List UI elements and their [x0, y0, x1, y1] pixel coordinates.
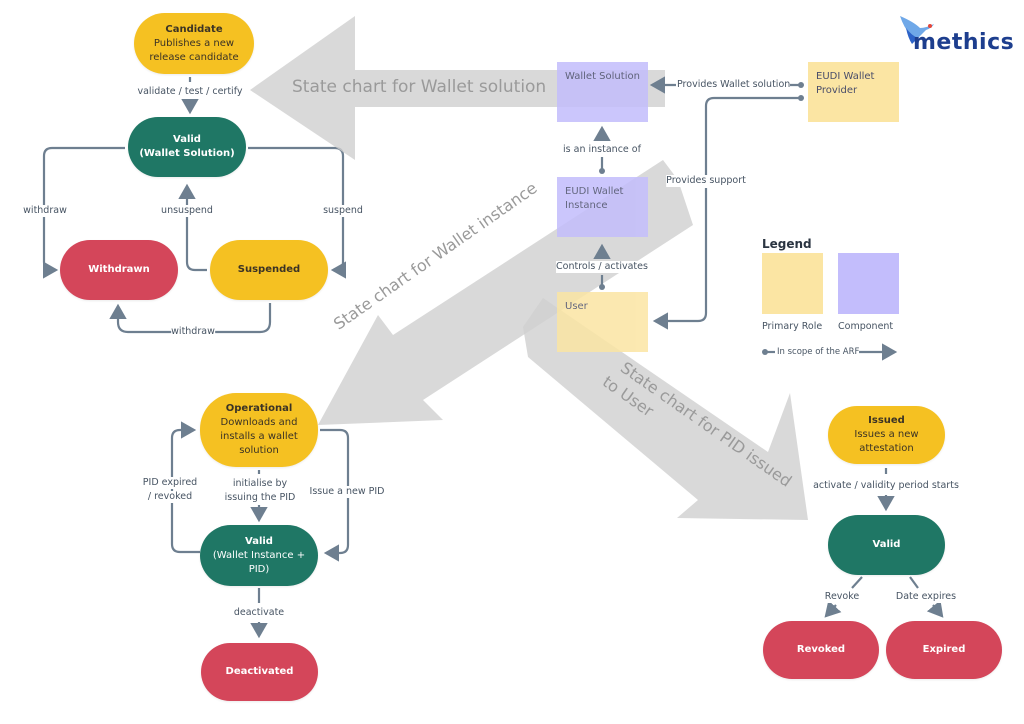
connector-dot	[599, 168, 605, 174]
transition-suspend: suspend	[323, 205, 363, 217]
legend-label-component: Component	[838, 321, 894, 333]
state-title: Withdrawn	[88, 264, 150, 275]
state-title: Issued	[868, 415, 905, 426]
transition-withdraw: withdraw	[23, 205, 67, 217]
state-title: Valid	[173, 134, 201, 145]
connector-suspended-valid	[178, 183, 207, 272]
box-label: Wallet Solution	[565, 71, 640, 82]
transition-withdraw-bottom: withdraw	[171, 326, 215, 338]
legend-swatch-primary-role	[762, 253, 823, 314]
transition-deactivate: deactivate	[233, 607, 285, 619]
state-issued: Issued Issues a new attestation	[828, 406, 945, 464]
component-wallet-instance: EUDI Wallet Instance	[557, 177, 648, 237]
state-title: Operational	[225, 403, 293, 414]
state-title: Deactivated	[225, 666, 294, 677]
state-valid-wallet-instance: Valid (Wallet Instance + PID)	[200, 525, 318, 586]
state-subtitle: PID)	[248, 563, 270, 575]
box-label: Instance	[565, 200, 608, 211]
transition-initialise-line2: issuing the PID	[224, 492, 296, 504]
state-deactivated: Deactivated	[201, 643, 318, 701]
state-desc: Downloads and	[220, 417, 298, 428]
big-arrow-label-wallet-solution: State chart for Wallet solution	[292, 77, 547, 97]
relation-provides-support: Provides support	[666, 175, 746, 187]
box-label: EUDI Wallet	[565, 186, 624, 197]
state-expired: Expired	[886, 621, 1002, 679]
connector-valid-expired	[926, 600, 944, 618]
state-desc: Issues a new	[854, 429, 919, 440]
transition-date-expires: Date expires	[895, 591, 957, 603]
state-desc: installs a wallet	[220, 431, 298, 442]
transition-pid-expired: PID expired	[142, 477, 198, 489]
relation-provides-solution: Provides Wallet solution	[677, 79, 791, 91]
state-valid-pid: Valid	[828, 515, 945, 575]
state-candidate: Candidate Publishes a new release candid…	[134, 13, 254, 74]
state-withdrawn: Withdrawn	[60, 240, 178, 300]
state-title: Expired	[922, 644, 966, 655]
state-title: Revoked	[796, 644, 846, 655]
connector-support-upper	[704, 96, 800, 175]
legend-title: Legend	[762, 237, 812, 251]
legend-scope-dot	[762, 349, 768, 355]
box-label: EUDI Wallet	[816, 71, 875, 82]
legend-label-scope: In scope of the ARF	[777, 346, 860, 358]
transition-revoke: Revoke	[824, 591, 860, 603]
transition-issue-new-pid: Issue a new PID	[309, 486, 385, 498]
transition-initialise: initialise by	[232, 478, 288, 490]
state-title: Suspended	[237, 264, 301, 275]
transition-unsuspend: unsuspend	[161, 205, 213, 217]
transition-pid-expired-line2: / revoked	[147, 491, 193, 503]
box-label: User	[565, 301, 588, 312]
diagram-canvas: State chart for Wallet solution State ch…	[0, 0, 1024, 724]
connector-dot	[798, 82, 804, 88]
state-desc: attestation	[859, 443, 914, 454]
state-revoked: Revoked	[763, 621, 879, 679]
legend-label-primary-role: Primary Role	[762, 321, 823, 333]
transition-activate: activate / validity period starts	[813, 480, 959, 492]
state-title: Valid	[872, 539, 901, 550]
connector-valid-expire-top	[909, 576, 919, 589]
connector-dot	[599, 284, 605, 290]
role-user: User	[557, 292, 648, 352]
legend-swatch-component	[838, 253, 899, 314]
transition-validate: validate / test / certify	[137, 86, 243, 98]
methics-logo: methics	[913, 30, 1015, 55]
state-subtitle: (Wallet Solution)	[139, 148, 235, 159]
state-title: Valid	[245, 535, 273, 547]
state-desc: release candidate	[149, 51, 239, 63]
role-eudi-wallet-provider: EUDI Wallet Provider	[808, 62, 899, 122]
state-desc: solution	[239, 445, 279, 456]
state-suspended: Suspended	[210, 240, 328, 300]
state-subtitle: (Wallet Instance +	[212, 549, 306, 561]
box-label: Provider	[816, 85, 858, 96]
relation-instance-of: is an instance of	[563, 144, 641, 156]
state-valid-wallet-solution: Valid (Wallet Solution)	[128, 117, 246, 177]
component-wallet-solution: Wallet Solution	[557, 62, 648, 122]
connector-dot	[798, 95, 804, 101]
relation-controls: Controls / activates	[556, 261, 648, 273]
connector-valid-revoked	[824, 600, 842, 618]
state-desc: Publishes a new	[153, 37, 235, 49]
connector-valid-revoke-top	[851, 576, 863, 589]
state-operational: Operational Downloads and installs a wal…	[200, 393, 318, 467]
state-title: Candidate	[165, 23, 223, 35]
